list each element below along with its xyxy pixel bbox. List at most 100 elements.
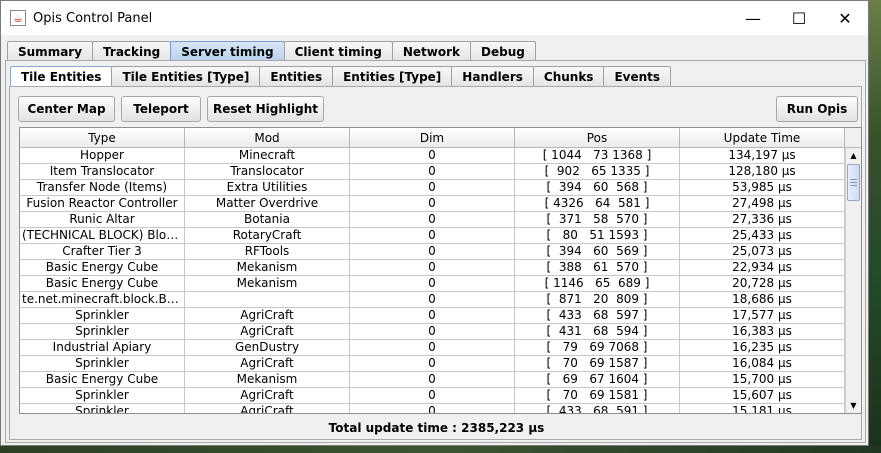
dim-cell: 0 <box>350 196 515 212</box>
column-header-dim[interactable]: Dim <box>350 128 515 148</box>
table-row[interactable]: te.net.minecraft.block.Block... 0[ 871 20… <box>20 292 845 308</box>
mod-cell: AgriCraft <box>185 388 350 404</box>
mod-cell: RFTools <box>185 244 350 260</box>
tile-entities-panel: Center Map Teleport Reset Highlight Run … <box>9 86 862 440</box>
column-header-type[interactable]: Type <box>20 128 185 148</box>
tab-summary[interactable]: Summary <box>7 41 94 61</box>
tab-server-timing[interactable]: Server timing <box>170 41 285 61</box>
pos-cell: [ 70 69 1581 ] <box>515 388 680 404</box>
pos-cell: [ 79 69 7068 ] <box>515 340 680 356</box>
vertical-scrollbar[interactable]: ▲ ▼ <box>845 148 861 413</box>
tile-entities-table: Type Mod Dim Pos Update Time Hopper Minec… <box>19 127 862 414</box>
type-cell: Crafter Tier 3 <box>20 244 185 260</box>
update-time-cell: 53,985 µs <box>680 180 845 196</box>
pos-cell: [ 433 68 591 ] <box>515 404 680 413</box>
update-time-cell: 15,607 µs <box>680 388 845 404</box>
center-map-button[interactable]: Center Map <box>18 96 115 122</box>
scroll-down-icon[interactable]: ▼ <box>846 398 861 413</box>
pos-cell: [ 902 65 1335 ] <box>515 164 680 180</box>
subtab-handlers[interactable]: Handlers <box>451 66 534 86</box>
update-time-cell: 18,686 µs <box>680 292 845 308</box>
main-tabs: Summary Tracking Server timing Client ti… <box>7 41 536 61</box>
type-cell: Basic Energy Cube <box>20 372 185 388</box>
total-update-time: Total update time : 2385,223 µs <box>328 421 545 435</box>
subtab-chunks[interactable]: Chunks <box>532 66 605 86</box>
table-row[interactable]: Item Translocator Translocator 0[ 902 65 1… <box>20 164 845 180</box>
reset-highlight-button[interactable]: Reset Highlight <box>207 96 324 122</box>
table-row[interactable]: Hopper Minecraft 0[ 1044 73 1368 ] 134,197 … <box>20 148 845 164</box>
type-cell: Sprinkler <box>20 356 185 372</box>
dim-cell: 0 <box>350 180 515 196</box>
dim-cell: 0 <box>350 212 515 228</box>
background-scenery-bottom <box>0 446 881 453</box>
pos-cell: [ 1044 73 1368 ] <box>515 148 680 164</box>
table-row[interactable]: Fusion Reactor Controller Matter Overdriv… <box>20 196 845 212</box>
column-header-mod[interactable]: Mod <box>185 128 350 148</box>
table-row[interactable]: Transfer Node (Items) Extra Utilities 0[ 3… <box>20 180 845 196</box>
update-time-cell: 15,700 µs <box>680 372 845 388</box>
tab-network[interactable]: Network <box>391 41 472 61</box>
table-row[interactable]: Industrial Apiary GenDustry 0[ 79 69 7068 … <box>20 340 845 356</box>
update-time-cell: 25,433 µs <box>680 228 845 244</box>
scroll-up-icon[interactable]: ▲ <box>846 148 861 163</box>
table-corner <box>845 128 861 148</box>
pos-cell: [ 433 68 597 ] <box>515 308 680 324</box>
type-cell: te.net.minecraft.block.Block... <box>20 292 185 308</box>
subtab-tile-entities[interactable]: Tile Entities <box>10 66 113 86</box>
tab-debug[interactable]: Debug <box>470 41 536 61</box>
tab-client-timing[interactable]: Client timing <box>283 41 393 61</box>
subtab-entities-type[interactable]: Entities [Type] <box>332 66 453 86</box>
minimize-icon[interactable]: — <box>730 1 776 35</box>
sub-tabs: Tile Entities Tile Entities [Type] Entit… <box>10 66 672 86</box>
table-row[interactable]: Sprinkler AgriCraft 0[ 433 68 597 ] 17,577 … <box>20 308 845 324</box>
table-row[interactable]: Sprinkler AgriCraft 0[ 433 68 591 ] 15,181 … <box>20 404 845 413</box>
mod-cell: AgriCraft <box>185 324 350 340</box>
table-row[interactable]: Basic Energy Cube Mekanism 0[ 388 61 570 ]… <box>20 260 845 276</box>
dim-cell: 0 <box>350 148 515 164</box>
subtab-entities[interactable]: Entities <box>259 66 334 86</box>
pos-cell: [ 871 20 809 ] <box>515 292 680 308</box>
background-scenery <box>869 0 881 453</box>
dim-cell: 0 <box>350 340 515 356</box>
scrollbar-thumb[interactable] <box>847 164 860 201</box>
update-time-cell: 16,235 µs <box>680 340 845 356</box>
pos-cell: [ 371 58 570 ] <box>515 212 680 228</box>
dim-cell: 0 <box>350 164 515 180</box>
type-cell: Runic Altar <box>20 212 185 228</box>
table-row[interactable]: Basic Energy Cube Mekanism 0[ 69 67 1604 ]… <box>20 372 845 388</box>
update-time-cell: 22,934 µs <box>680 260 845 276</box>
column-header-pos[interactable]: Pos <box>515 128 680 148</box>
dim-cell: 0 <box>350 372 515 388</box>
mod-cell: AgriCraft <box>185 404 350 413</box>
table-row[interactable]: Basic Energy Cube Mekanism 0[ 1146 65 689 … <box>20 276 845 292</box>
dim-cell: 0 <box>350 356 515 372</box>
teleport-button[interactable]: Teleport <box>121 96 201 122</box>
table-body: Hopper Minecraft 0[ 1044 73 1368 ] 134,197 … <box>20 148 845 413</box>
pos-cell: [ 394 60 569 ] <box>515 244 680 260</box>
mod-cell: Minecraft <box>185 148 350 164</box>
table-row[interactable]: Sprinkler AgriCraft 0[ 70 69 1581 ] 15,607 … <box>20 388 845 404</box>
update-time-cell: 134,197 µs <box>680 148 845 164</box>
column-header-update-time[interactable]: Update Time <box>680 128 845 148</box>
table-header: Type Mod Dim Pos Update Time <box>20 128 845 148</box>
table-row[interactable]: Crafter Tier 3 RFTools 0[ 394 60 569 ] 25,0… <box>20 244 845 260</box>
update-time-cell: 17,577 µs <box>680 308 845 324</box>
dim-cell: 0 <box>350 388 515 404</box>
run-opis-button[interactable]: Run Opis <box>776 96 858 122</box>
mod-cell: AgriCraft <box>185 308 350 324</box>
tab-tracking[interactable]: Tracking <box>92 41 172 61</box>
title-bar[interactable]: ☕ Opis Control Panel — ☐ ✕ <box>1 1 868 35</box>
type-cell: Sprinkler <box>20 388 185 404</box>
subtab-tile-entities-type[interactable]: Tile Entities [Type] <box>111 66 261 86</box>
subtab-events[interactable]: Events <box>603 66 672 86</box>
close-icon[interactable]: ✕ <box>822 1 868 35</box>
maximize-icon[interactable]: ☐ <box>776 1 822 35</box>
dim-cell: 0 <box>350 260 515 276</box>
table-row[interactable]: (TECHNICAL BLOCK) Block... RotaryCraft 0[ … <box>20 228 845 244</box>
pos-cell: [ 1146 65 689 ] <box>515 276 680 292</box>
table-row[interactable]: Sprinkler AgriCraft 0[ 70 69 1587 ] 16,084 … <box>20 356 845 372</box>
mod-cell: GenDustry <box>185 340 350 356</box>
table-row[interactable]: Runic Altar Botania 0[ 371 58 570 ] 27,336 … <box>20 212 845 228</box>
table-row[interactable]: Sprinkler AgriCraft 0[ 431 68 594 ] 16,383 … <box>20 324 845 340</box>
mod-cell: AgriCraft <box>185 356 350 372</box>
